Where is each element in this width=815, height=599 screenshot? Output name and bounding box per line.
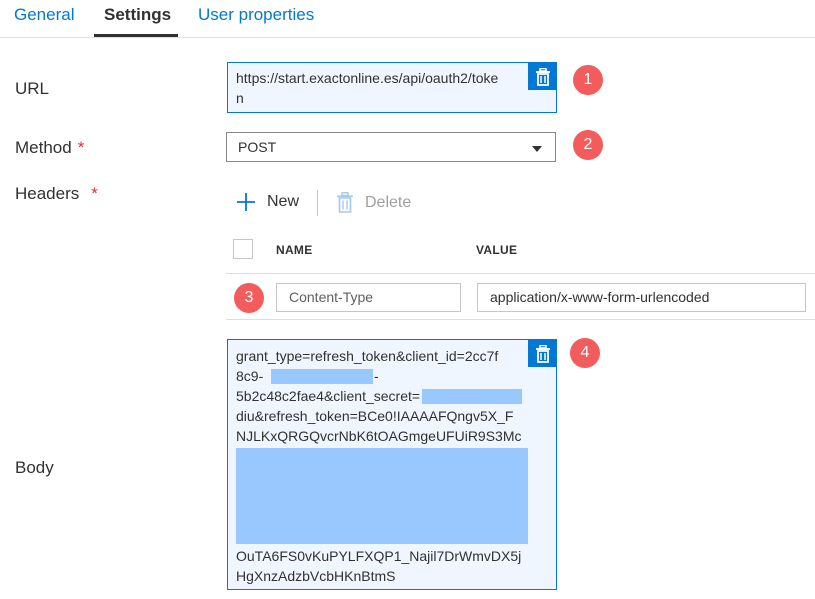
method-label: Method * xyxy=(15,138,85,157)
body-line-6: OuTA6FS0vKuPYLFXQP1_Najil7DrWmvDX5j xyxy=(236,548,522,564)
active-tab-indicator xyxy=(94,34,178,37)
url-value-line-2: n xyxy=(236,90,244,106)
grid-row-divider xyxy=(226,319,815,320)
method-selected-value: POST xyxy=(238,139,277,155)
body-line-5: NJLKxQRGQvcrNbK6tOAGmgeUFUiR9S3Mc xyxy=(236,428,522,444)
new-header-button[interactable]: New xyxy=(236,192,299,212)
body-textarea[interactable]: grant_type=refresh_token&client_id=2cc7f… xyxy=(227,339,557,590)
column-header-name: NAME xyxy=(276,243,313,257)
body-line-2-suffix: - xyxy=(374,368,379,384)
body-line-3: 5b2c48c2fae4&client_secret= xyxy=(236,388,421,404)
redaction-box xyxy=(271,369,373,384)
select-all-checkbox[interactable] xyxy=(233,239,253,259)
trash-icon xyxy=(535,67,550,86)
required-marker: * xyxy=(77,138,85,157)
delete-label: Delete xyxy=(365,193,412,211)
callout-badge-2: 2 xyxy=(573,130,603,160)
body-delete-button[interactable] xyxy=(528,340,557,367)
command-separator xyxy=(317,190,318,216)
method-select[interactable]: POST xyxy=(226,132,556,162)
caret-down-icon xyxy=(532,146,542,152)
body-line-7: HgXnzAdzbVcbHKnBtmS xyxy=(236,568,396,584)
body-line-4: diu&refresh_token=BCe0!IAAAAFQngv5X_F xyxy=(236,408,514,424)
grid-header-divider xyxy=(226,273,815,274)
required-marker: * xyxy=(91,184,98,203)
trash-icon xyxy=(337,192,353,213)
tab-general[interactable]: General xyxy=(14,5,74,25)
plus-icon xyxy=(237,193,255,211)
tab-user-properties[interactable]: User properties xyxy=(198,5,314,25)
url-value-line-1: https://start.exactonline.es/api/oauth2/… xyxy=(236,70,499,86)
trash-icon xyxy=(535,344,550,363)
url-field[interactable]: https://start.exactonline.es/api/oauth2/… xyxy=(227,62,557,113)
callout-badge-1: 1 xyxy=(573,65,603,95)
url-label: URL xyxy=(15,79,50,98)
body-label: Body xyxy=(15,458,54,477)
headers-label: Headers * xyxy=(15,184,98,203)
body-line-1: grant_type=refresh_token&client_id=2cc7f xyxy=(236,348,499,364)
body-line-2: 8c9- xyxy=(236,368,264,384)
column-header-value: VALUE xyxy=(476,243,518,257)
tab-bar: General Settings User properties xyxy=(0,0,815,38)
callout-badge-3: 3 xyxy=(234,283,264,313)
url-delete-button[interactable] xyxy=(528,63,557,90)
delete-header-button[interactable]: Delete xyxy=(336,192,411,213)
callout-badge-4: 4 xyxy=(570,338,600,368)
new-label: New xyxy=(267,193,300,210)
redaction-box xyxy=(236,448,528,544)
tab-settings[interactable]: Settings xyxy=(104,5,171,25)
header-value-input[interactable]: application/x-www-form-urlencoded xyxy=(477,283,806,312)
header-name-input[interactable]: Content-Type xyxy=(276,283,461,312)
redaction-box xyxy=(422,389,522,404)
